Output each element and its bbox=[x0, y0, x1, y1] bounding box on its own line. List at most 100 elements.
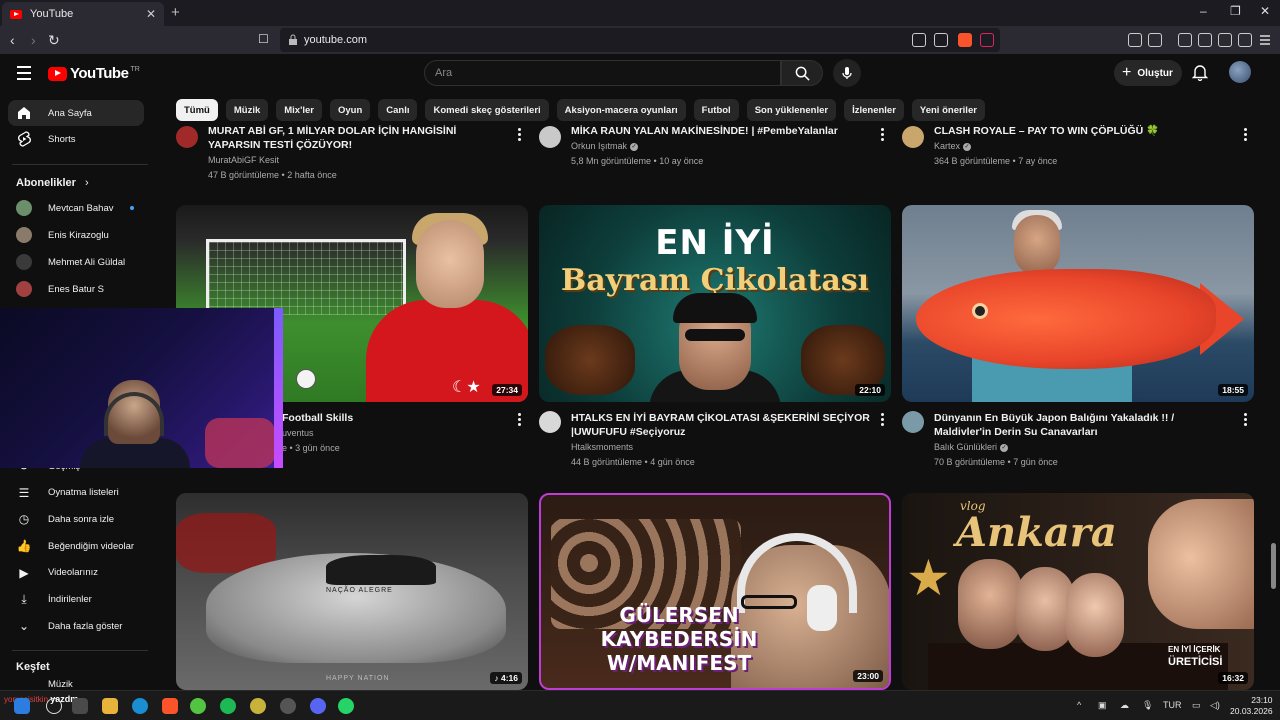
game-launcher-icon[interactable] bbox=[190, 698, 206, 714]
obs-icon[interactable] bbox=[280, 698, 296, 714]
video-thumbnail[interactable]: EN İYİ Bayram Çikolatası 22:10 bbox=[539, 205, 891, 402]
tray-app-icon[interactable]: ▣ bbox=[1098, 700, 1107, 711]
video-card[interactable]: MURAT ABİ GF, 1 MİLYAR DOLAR İÇİN HANGİS… bbox=[176, 124, 528, 186]
voice-search-button[interactable] bbox=[833, 59, 861, 87]
video-title[interactable]: CLASH ROYALE – PAY TO WIN ÇÖPLÜĞÜ 🍀 bbox=[934, 124, 1234, 138]
sidebar-item-playlist[interactable]: ☰ Oynatma listeleri bbox=[8, 480, 144, 506]
discord-icon[interactable] bbox=[310, 698, 326, 714]
scrollbar-thumb[interactable] bbox=[1271, 543, 1276, 589]
video-thumbnail[interactable]: vlog Ankara ★ EN İYİ İÇERİK ÜRETİCİSİ 16… bbox=[902, 493, 1254, 690]
video-channel[interactable]: Balık Günlükleri ✓ bbox=[934, 442, 1009, 452]
video-channel[interactable]: MuratAbiGF Kesit bbox=[208, 155, 279, 165]
share-icon[interactable] bbox=[934, 33, 948, 47]
site-info-icon[interactable] bbox=[288, 34, 298, 45]
video-title[interactable]: MURAT ABİ GF, 1 MİLYAR DOLAR İÇİN HANGİS… bbox=[208, 124, 508, 152]
maximize-button[interactable]: ❐ bbox=[1230, 4, 1241, 18]
filter-chip[interactable]: Futbol bbox=[693, 99, 739, 121]
channel-avatar[interactable] bbox=[902, 411, 924, 433]
video-title[interactable]: Dünyanın En Büyük Japon Balığını Yakalad… bbox=[934, 411, 1234, 439]
leo-ai-icon[interactable] bbox=[1218, 33, 1232, 47]
youtube-logo[interactable]: YouTube TR bbox=[48, 65, 140, 82]
filter-chip[interactable]: Mix'ler bbox=[276, 99, 322, 121]
filter-chip[interactable]: Yeni öneriler bbox=[911, 99, 985, 121]
channel-avatar[interactable] bbox=[902, 126, 924, 148]
more-options-icon[interactable] bbox=[881, 413, 885, 428]
filter-chip[interactable]: Canlı bbox=[378, 99, 418, 121]
wallet-icon[interactable] bbox=[1198, 33, 1212, 47]
subscription-item[interactable]: Mevtcan Bahav bbox=[8, 195, 144, 221]
cloud-icon[interactable]: ☁ bbox=[1120, 700, 1129, 711]
search-input[interactable]: Ara bbox=[424, 60, 781, 86]
video-channel[interactable]: uventus bbox=[282, 428, 314, 438]
video-card[interactable]: CLASH ROYALE – PAY TO WIN ÇÖPLÜĞÜ 🍀 Karte… bbox=[902, 124, 1254, 186]
filter-chip[interactable]: Müzik bbox=[225, 99, 269, 121]
video-thumbnail[interactable]: 18:55 bbox=[902, 205, 1254, 402]
screenshot-icon[interactable] bbox=[1148, 33, 1162, 47]
extensions-icon[interactable] bbox=[1128, 33, 1142, 47]
vpn-icon[interactable] bbox=[1238, 33, 1252, 47]
volume-icon[interactable]: ◁) bbox=[1210, 700, 1220, 711]
sidebar-item-thumbs-up[interactable]: 👍 Beğendiğim videolar bbox=[8, 533, 144, 559]
video-channel[interactable]: Htalksmoments bbox=[571, 442, 633, 452]
video-title[interactable]: HTALKS EN İYİ BAYRAM ÇİKOLATASI &ŞEKERİN… bbox=[571, 411, 871, 439]
video-thumbnail[interactable]: NAÇÃO ALEGRE HAPPY NATION ♪ 4:16 bbox=[176, 493, 528, 690]
cast-icon[interactable] bbox=[912, 33, 926, 47]
app-icon[interactable] bbox=[250, 698, 266, 714]
sidebar-item-music[interactable]: Müzik bbox=[8, 679, 144, 690]
sidebar-toggle-icon[interactable] bbox=[1178, 33, 1192, 47]
page-scrollbar[interactable] bbox=[1270, 94, 1276, 690]
close-window-button[interactable]: ✕ bbox=[1260, 4, 1270, 18]
brave-shields-icon[interactable] bbox=[958, 33, 972, 47]
input-language[interactable]: TUR bbox=[1163, 700, 1182, 710]
edge-icon[interactable] bbox=[132, 698, 148, 714]
reload-button[interactable]: ↻ bbox=[48, 32, 60, 49]
network-icon[interactable]: ▭ bbox=[1192, 700, 1201, 711]
subscription-item[interactable]: Enis Kirazoglu bbox=[8, 222, 144, 248]
task-view-icon[interactable] bbox=[72, 698, 88, 714]
brave-rewards-icon[interactable] bbox=[980, 33, 994, 47]
bookmark-icon[interactable]: ☐ bbox=[258, 32, 269, 46]
search-button[interactable] bbox=[781, 60, 823, 86]
filter-chip[interactable]: İzlenenler bbox=[844, 99, 904, 121]
sidebar-item-download[interactable]: ⤓ İndirilenler bbox=[8, 587, 144, 613]
filter-chip[interactable]: Komedi skeç gösterileri bbox=[425, 99, 549, 121]
back-button[interactable]: ‹ bbox=[10, 32, 15, 48]
windows-start-icon[interactable] bbox=[14, 698, 30, 714]
more-options-icon[interactable] bbox=[1244, 413, 1248, 428]
more-options-icon[interactable] bbox=[881, 128, 885, 143]
notifications-button[interactable] bbox=[1192, 63, 1208, 81]
menu-icon[interactable] bbox=[1258, 33, 1272, 47]
brave-icon[interactable] bbox=[162, 698, 178, 714]
subscriptions-heading[interactable]: Abonelikler › bbox=[16, 177, 89, 189]
sidebar-item-home[interactable]: Ana Sayfa bbox=[8, 100, 144, 126]
video-channel[interactable]: Kartex ✓ bbox=[934, 141, 972, 151]
search-icon[interactable] bbox=[46, 698, 62, 714]
video-thumbnail[interactable]: GÜLERSEN KAYBEDERSİN W/MANIFEST 23:00 bbox=[539, 493, 891, 690]
video-channel[interactable]: Orkun Işıtmak ✓ bbox=[571, 141, 639, 151]
video-title[interactable]: MİKA RAUN YALAN MAKİNESİNDE! | #PembeYal… bbox=[571, 124, 871, 138]
filter-chip[interactable]: Oyun bbox=[329, 99, 371, 121]
filter-chip[interactable]: Aksiyon-macera oyunları bbox=[556, 99, 686, 121]
address-bar[interactable]: youtube.com bbox=[280, 28, 1000, 52]
channel-avatar[interactable] bbox=[176, 126, 198, 148]
more-options-icon[interactable] bbox=[1244, 128, 1248, 143]
filter-chip[interactable]: Tümü bbox=[176, 99, 218, 121]
spotify-icon[interactable] bbox=[220, 698, 236, 714]
more-options-icon[interactable] bbox=[518, 128, 522, 143]
sidebar-item-clock[interactable]: ◷ Daha sonra izle bbox=[8, 506, 144, 532]
filter-chip[interactable]: Son yüklenenler bbox=[746, 99, 837, 121]
more-options-icon[interactable] bbox=[518, 413, 522, 428]
subscription-item[interactable]: Enes Batur S bbox=[8, 276, 144, 302]
clock[interactable]: 23:10 20.03.2026 bbox=[1230, 695, 1273, 717]
channel-avatar[interactable] bbox=[539, 126, 561, 148]
video-card[interactable]: MİKA RAUN YALAN MAKİNESİNDE! | #PembeYal… bbox=[539, 124, 891, 186]
tray-expand-icon[interactable]: ^ bbox=[1077, 700, 1081, 710]
create-button[interactable]: + Oluştur bbox=[1114, 60, 1182, 86]
microphone-icon[interactable]: 🎙 bbox=[1142, 700, 1153, 711]
video-title[interactable]: Football Skills bbox=[282, 411, 582, 425]
subscription-item[interactable]: Mehmet Ali Güldal bbox=[8, 249, 144, 275]
sidebar-item-shorts[interactable]: Shorts bbox=[8, 126, 144, 152]
tab-close-icon[interactable]: ✕ bbox=[146, 7, 156, 21]
sidebar-item-your-videos[interactable]: ▶ Videolarınız bbox=[8, 560, 144, 586]
account-avatar[interactable] bbox=[1229, 61, 1251, 83]
